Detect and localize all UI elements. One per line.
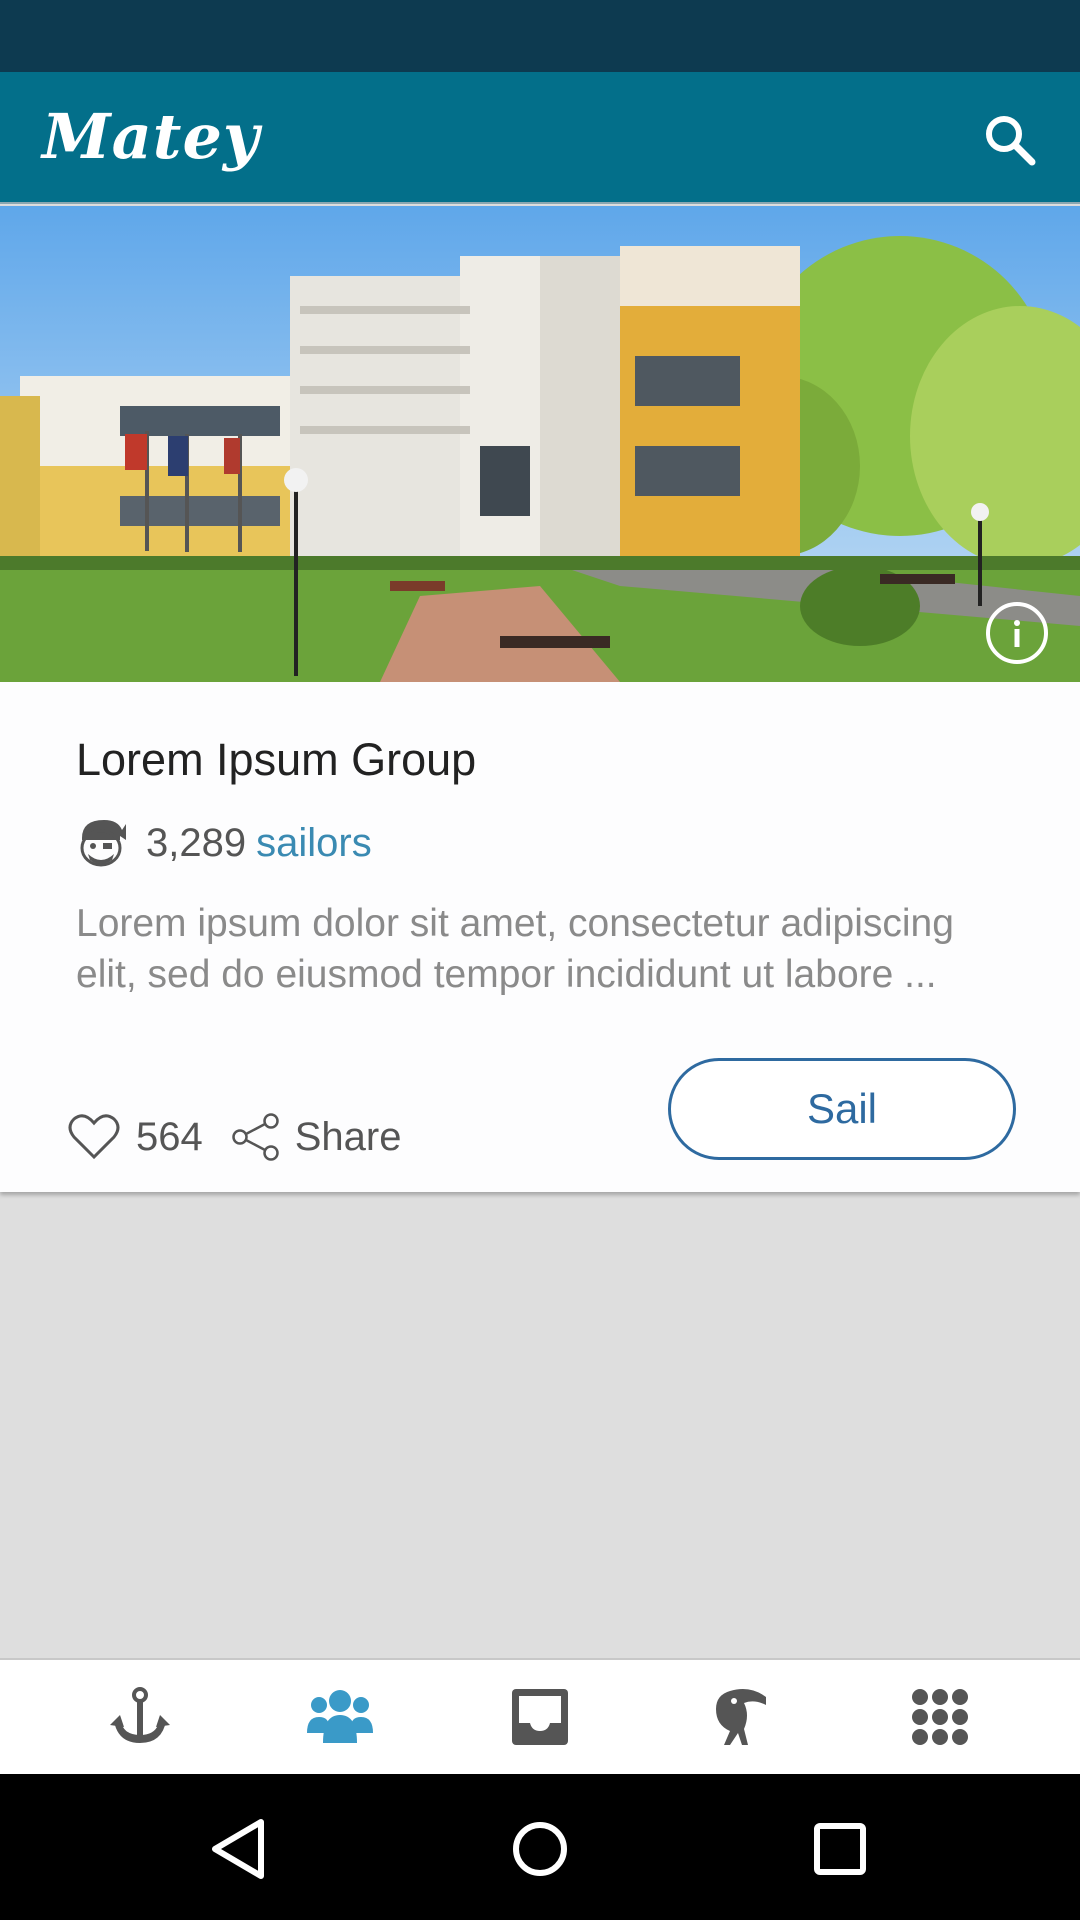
group-card[interactable]: Lorem Ipsum Group 3,289 sailors Lorem ip…: [0, 206, 1080, 1192]
members-count: 3,289: [146, 820, 247, 865]
group-description: Lorem ipsum dolor sit amet, consectetur …: [76, 902, 954, 996]
group-cover-image: [0, 206, 1080, 682]
pirate-avatar-icon: [80, 820, 126, 867]
share-icon[interactable]: [231, 1112, 281, 1162]
bottom-navigation: [0, 1658, 1080, 1774]
system-recents-button[interactable]: [805, 1814, 875, 1884]
anchor-icon: [110, 1687, 170, 1743]
card-actions: 564 Share: [68, 1112, 402, 1162]
nav-item-anchor[interactable]: [100, 1677, 180, 1757]
grid-apps-icon: [912, 1689, 968, 1745]
inbox-icon: [512, 1689, 568, 1745]
app-bar: Matey: [0, 72, 1080, 204]
status-bar: [0, 0, 1080, 72]
group-title: Lorem Ipsum Group: [76, 734, 477, 785]
nav-item-groups[interactable]: [300, 1677, 380, 1757]
members-unit[interactable]: sailors: [256, 821, 372, 866]
info-icon: [1014, 620, 1020, 647]
system-home-button[interactable]: [505, 1814, 575, 1884]
search-icon: [986, 116, 1036, 166]
system-back-button[interactable]: [205, 1814, 275, 1884]
info-button[interactable]: [986, 602, 1048, 664]
search-button[interactable]: [980, 110, 1040, 170]
system-navigation-bar: [0, 1774, 1080, 1920]
back-triangle-icon: [212, 1819, 264, 1879]
likes-count: 564: [136, 1114, 203, 1159]
share-button[interactable]: Share: [295, 1115, 402, 1160]
sail-button[interactable]: Sail: [668, 1058, 1016, 1160]
app-title: Matey: [42, 100, 260, 173]
home-circle-icon: [513, 1822, 567, 1876]
heart-icon[interactable]: [68, 1113, 120, 1161]
toucan-icon: [716, 1689, 766, 1745]
nav-item-toucan[interactable]: [700, 1677, 780, 1757]
members-row: 3,289 sailors: [74, 818, 372, 868]
group-icon: [307, 1690, 373, 1743]
recents-square-icon: [814, 1823, 866, 1875]
nav-item-apps[interactable]: [900, 1677, 980, 1757]
nav-item-inbox[interactable]: [500, 1677, 580, 1757]
